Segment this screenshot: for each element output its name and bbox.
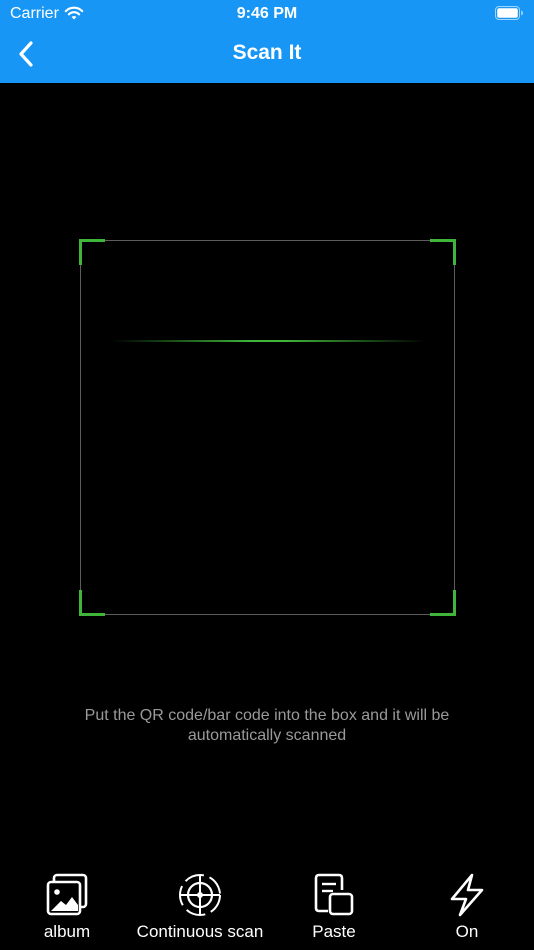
frame-corner-top-left xyxy=(79,239,105,265)
page-title: Scan It xyxy=(232,41,302,64)
flash-label: On xyxy=(455,922,479,941)
paste-icon xyxy=(314,873,354,916)
frame-corner-bottom-left xyxy=(79,590,105,616)
scan-frame xyxy=(79,239,456,616)
paste-button[interactable]: Paste xyxy=(296,870,372,942)
scan-hint: Put the QR code/bar code into the box an… xyxy=(84,707,450,744)
paste-label: Paste xyxy=(312,922,356,941)
album-icon xyxy=(46,873,88,916)
header: Carrier 9:46 PM Scan It xyxy=(0,0,534,83)
continuous-scan-icon xyxy=(179,874,221,916)
album-label: album xyxy=(43,922,91,941)
continuous-scan-label: Continuous scan xyxy=(136,922,264,941)
status-bar: Carrier 9:46 PM xyxy=(0,0,534,28)
flash-icon xyxy=(450,873,484,917)
album-button[interactable]: album xyxy=(32,870,102,942)
bottom-toolbar: album Continuous scan Paste On xyxy=(0,860,534,950)
status-time: 9:46 PM xyxy=(236,5,298,22)
flash-toggle-button[interactable]: On xyxy=(432,870,502,942)
frame-corner-bottom-right xyxy=(430,590,456,616)
navigation-bar: Scan It xyxy=(0,28,534,83)
battery-icon xyxy=(495,6,523,20)
scan-line xyxy=(111,340,426,342)
frame-corner-top-right xyxy=(430,239,456,265)
continuous-scan-button[interactable]: Continuous scan xyxy=(126,870,274,942)
